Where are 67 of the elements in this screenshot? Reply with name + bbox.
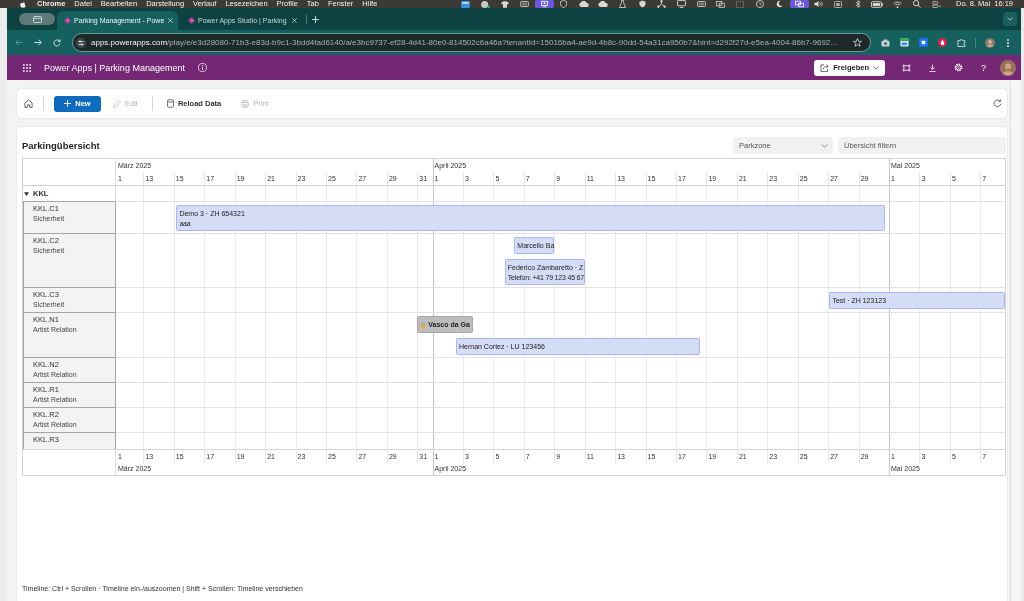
reload-icon[interactable]	[53, 38, 61, 47]
shield-icon[interactable]	[638, 0, 646, 8]
box-icon[interactable]	[834, 0, 843, 8]
help-button[interactable]: ?	[981, 62, 986, 73]
refresh-icon[interactable]	[993, 99, 1002, 108]
forward-icon[interactable]	[34, 39, 42, 46]
lock-icon	[420, 321, 427, 329]
close-icon[interactable]	[168, 18, 173, 23]
puzzle-icon[interactable]	[957, 38, 966, 47]
dotted-square-icon[interactable]	[736, 0, 745, 8]
printer-icon	[241, 99, 250, 108]
window-icon[interactable]	[461, 0, 471, 8]
bluetooth-icon[interactable]	[854, 0, 861, 8]
address-bar[interactable]: apps.powerapps.com/play/e/e3d28080-71b3-e83d-b9c1-3bdd4fad6140/a/e3bc9737-ef28-4d41-80e0-814502c6a46a?tenantId=15016ba4-ae9d-4b8c-90dd-54a31ca950b7&hint=d292f27d-e5ea-4004-86b7-9692…	[72, 33, 871, 52]
flask-icon[interactable]	[619, 0, 627, 8]
frame-icon[interactable]	[902, 63, 911, 72]
profile-avatar[interactable]	[985, 37, 995, 48]
diamond-icon	[188, 17, 195, 24]
calendar-icon[interactable]	[900, 38, 909, 47]
shirt-icon[interactable]	[501, 0, 510, 8]
battery-icon[interactable]	[871, 0, 884, 8]
moon-icon[interactable]	[776, 0, 783, 8]
user-avatar[interactable]	[1000, 59, 1016, 76]
camera-icon[interactable]	[881, 38, 890, 47]
user-status-icon[interactable]	[481, 0, 491, 8]
tab-group-button[interactable]	[19, 13, 55, 25]
tab-list-button[interactable]	[1003, 12, 1017, 26]
wifi-icon[interactable]	[892, 0, 902, 8]
info-icon[interactable]	[197, 63, 207, 72]
cloud-icon[interactable]	[578, 1, 589, 7]
plus-icon	[64, 100, 72, 107]
window-icon	[32, 15, 42, 23]
chevron-down-icon	[1007, 17, 1013, 21]
grid-icon[interactable]	[23, 63, 31, 72]
keyboard-icon[interactable]	[696, 1, 706, 7]
close-icon[interactable]	[292, 18, 297, 23]
clock-icon[interactable]	[755, 0, 764, 8]
control-center-icon[interactable]	[931, 0, 941, 8]
windows-icon[interactable]	[716, 0, 726, 8]
plus-icon	[311, 15, 319, 23]
search-icon[interactable]	[912, 0, 921, 8]
pencil-icon	[113, 99, 121, 108]
overview-title: Parkingübersicht	[22, 140, 100, 151]
network-icon[interactable]	[657, 0, 667, 8]
monitor-icon[interactable]	[677, 0, 686, 8]
database-icon	[166, 99, 174, 108]
tune-icon[interactable]	[76, 37, 86, 48]
shield-icon[interactable]	[560, 0, 568, 8]
tile-icon[interactable]	[919, 38, 928, 47]
chevron-down-icon	[821, 143, 828, 148]
settings-icon[interactable]	[954, 63, 963, 72]
chevron-down-icon	[873, 65, 879, 70]
screen-mirror-icon[interactable]	[789, 0, 809, 8]
keyboard-icon[interactable]	[520, 1, 530, 7]
drop-icon[interactable]	[938, 38, 947, 47]
caret-icon[interactable]	[24, 191, 29, 196]
screen-share-icon[interactable]	[534, 0, 554, 8]
diamond-icon	[64, 17, 71, 24]
apple-icon[interactable]	[20, 0, 26, 8]
star-icon[interactable]	[853, 38, 862, 47]
app-title: Power Apps | Parking Management	[44, 62, 185, 73]
share-icon	[820, 63, 830, 72]
cloud-icon[interactable]	[598, 1, 609, 7]
new-tab-button[interactable]	[310, 14, 320, 24]
download-icon[interactable]	[929, 63, 936, 72]
volume-icon[interactable]	[814, 0, 824, 8]
home-icon[interactable]	[24, 99, 33, 108]
